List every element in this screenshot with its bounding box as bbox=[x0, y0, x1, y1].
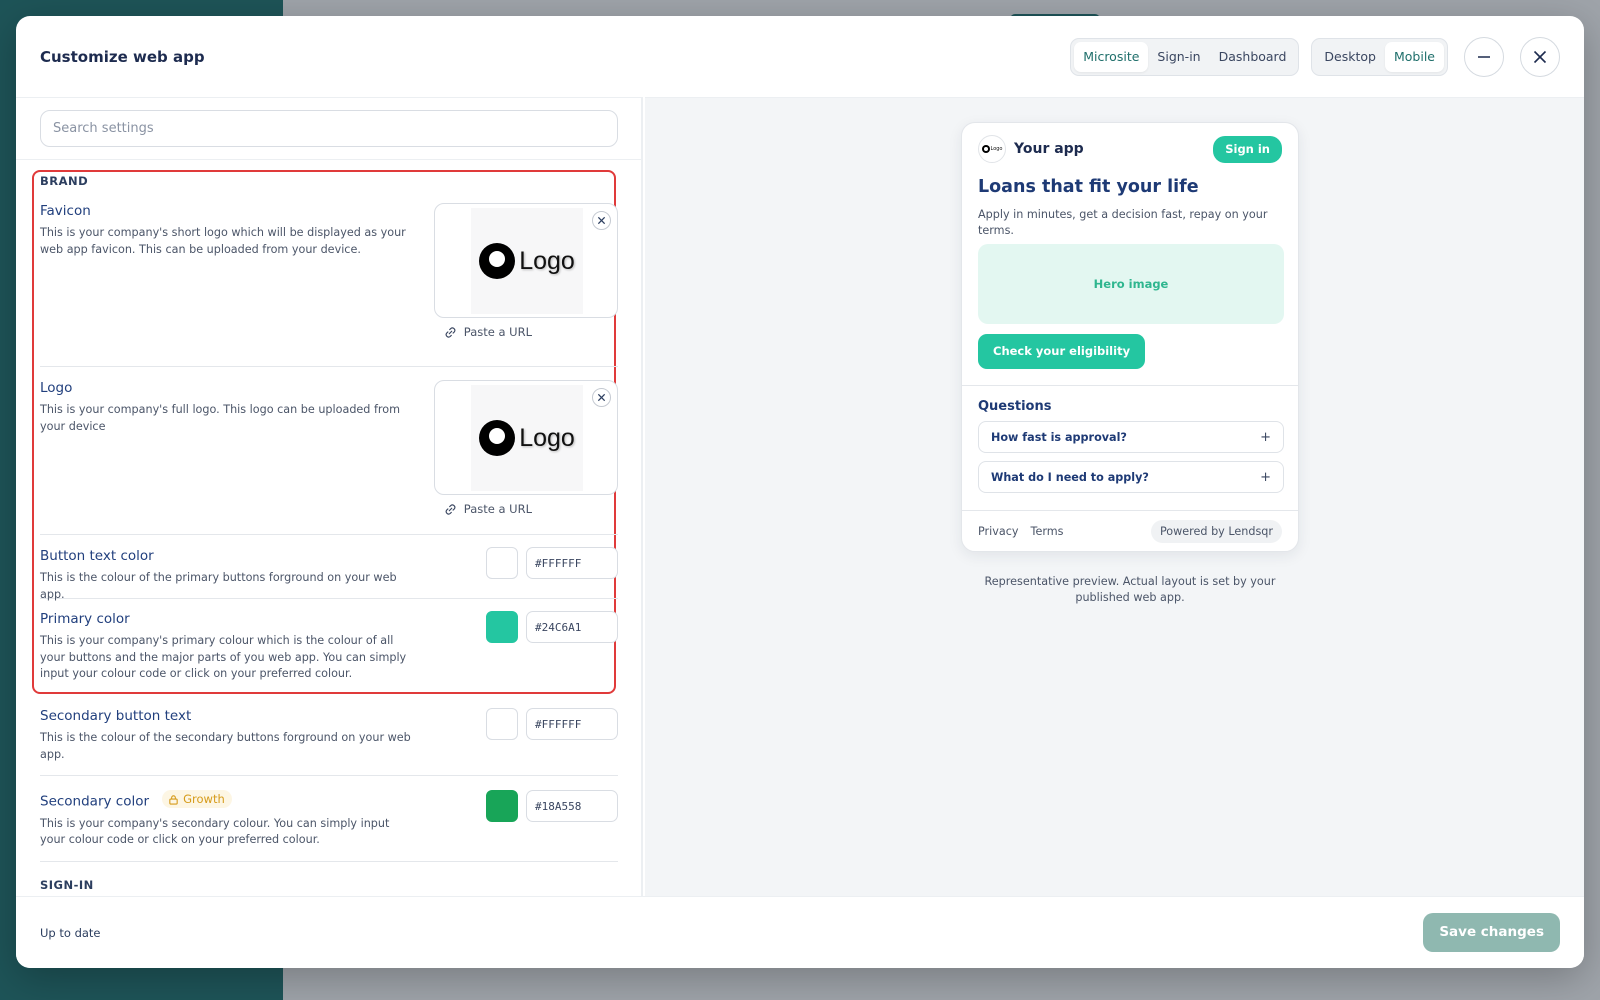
primary-color-description: This is your company's primary colour wh… bbox=[40, 634, 407, 680]
favicon-logo-image: Logo bbox=[479, 243, 575, 279]
minimize-button[interactable] bbox=[1464, 36, 1504, 77]
preview-logo-text: Logo bbox=[990, 146, 1003, 152]
favicon-logo-text: Logo bbox=[519, 246, 575, 275]
favicon-preview: Logo bbox=[471, 208, 583, 314]
preview-app-name: Your app bbox=[1014, 141, 1084, 157]
primary-color-swatch[interactable] bbox=[486, 611, 518, 643]
close-icon bbox=[597, 393, 606, 402]
plus-icon: + bbox=[1260, 469, 1271, 485]
logo-preview: Logo bbox=[471, 385, 583, 491]
preview-cta-button[interactable]: Check your eligibility bbox=[978, 334, 1146, 369]
secondary-color-hex-input[interactable] bbox=[526, 790, 618, 822]
settings-pane: BRAND Favicon This is your company's sho… bbox=[16, 97, 643, 896]
tab-desktop[interactable]: Desktop bbox=[1315, 42, 1385, 72]
secondary-button-text-hex-input[interactable] bbox=[526, 708, 618, 740]
favicon-upload-box[interactable]: Logo bbox=[434, 203, 618, 318]
question-text: What do I need to apply? bbox=[991, 470, 1149, 484]
customize-modal: Customize web app Microsite Sign-in Dash… bbox=[16, 16, 1584, 968]
logo-paste-url-link[interactable]: Paste a URL bbox=[444, 502, 532, 516]
close-icon bbox=[1533, 50, 1547, 63]
preview-sign-in-button[interactable]: Sign in bbox=[1213, 135, 1282, 163]
tab-sign-in[interactable]: Sign-in bbox=[1148, 42, 1209, 72]
primary-color-hex-input[interactable] bbox=[526, 611, 618, 643]
growth-badge-label: Growth bbox=[183, 792, 225, 806]
growth-badge: Growth bbox=[162, 790, 232, 808]
view-tabs: Microsite Sign-in Dashboard bbox=[1070, 37, 1300, 76]
logo-upload-box[interactable]: Logo bbox=[434, 380, 618, 495]
full-logo-image: Logo bbox=[479, 420, 575, 456]
preview-subtext: Apply in minutes, get a decision fast, r… bbox=[978, 208, 1268, 237]
preview-privacy-link[interactable]: Privacy bbox=[978, 525, 1019, 538]
modal-footer: Up to date Save changes bbox=[16, 896, 1584, 968]
preview-terms-link[interactable]: Terms bbox=[1031, 525, 1064, 538]
preview-headline: Loans that fit your life bbox=[978, 177, 1199, 197]
setting-logo: Logo This is your company's full logo. T… bbox=[40, 367, 618, 535]
settings-list: BRAND Favicon This is your company's sho… bbox=[32, 168, 618, 892]
mobile-preview: Logo Your app Sign in Loans that fit you… bbox=[961, 122, 1299, 552]
device-tabs: Desktop Mobile bbox=[1311, 37, 1448, 76]
secondary-color-swatch[interactable] bbox=[486, 790, 518, 822]
full-logo-text: Logo bbox=[519, 423, 575, 452]
preview-question-item[interactable]: How fast is approval? + bbox=[978, 421, 1284, 453]
button-text-color-hex-input[interactable] bbox=[526, 547, 618, 579]
logo-remove-button[interactable] bbox=[592, 388, 611, 407]
section-title-sign-in: SIGN-IN bbox=[40, 878, 94, 892]
logo-circle-icon bbox=[479, 243, 516, 279]
link-icon bbox=[445, 326, 456, 338]
minus-icon bbox=[1478, 55, 1490, 58]
preview-question-item[interactable]: What do I need to apply? + bbox=[978, 461, 1284, 493]
setting-secondary-color: Secondary color Growth This is your comp… bbox=[40, 776, 618, 862]
button-text-color-control bbox=[486, 547, 618, 579]
favicon-paste-url-link[interactable]: Paste a URL bbox=[444, 325, 532, 339]
favicon-remove-button[interactable] bbox=[592, 211, 611, 230]
tab-microsite[interactable]: Microsite bbox=[1074, 41, 1149, 72]
preview-hero-image: Hero image bbox=[978, 244, 1284, 324]
preview-header: Logo Your app Sign in bbox=[978, 135, 1282, 163]
search-bar bbox=[16, 98, 641, 160]
link-icon bbox=[445, 503, 456, 515]
secondary-button-text-description: This is the colour of the secondary butt… bbox=[40, 731, 411, 761]
modal-header: Customize web app Microsite Sign-in Dash… bbox=[16, 16, 1584, 97]
preview-footer: Privacy Terms Powered by Lendsqr bbox=[978, 519, 1282, 543]
divider bbox=[962, 385, 1298, 386]
question-text: How fast is approval? bbox=[991, 430, 1127, 444]
preview-logo: Logo bbox=[978, 135, 1006, 163]
secondary-button-text-control bbox=[486, 708, 618, 740]
setting-primary-color: Primary color This is your company's pri… bbox=[40, 599, 618, 694]
divider bbox=[962, 510, 1298, 511]
logo-circle-icon bbox=[479, 420, 516, 456]
plus-icon: + bbox=[1260, 429, 1271, 445]
preview-questions-title: Questions bbox=[978, 399, 1052, 414]
modal-title: Customize web app bbox=[40, 47, 205, 66]
paste-url-label: Paste a URL bbox=[463, 502, 532, 516]
close-button[interactable] bbox=[1520, 36, 1560, 77]
tab-dashboard[interactable]: Dashboard bbox=[1210, 42, 1296, 72]
preview-pane: Logo Your app Sign in Loans that fit you… bbox=[645, 97, 1584, 896]
logo-description: This is your company's full logo. This l… bbox=[40, 403, 401, 433]
save-status: Up to date bbox=[40, 925, 101, 940]
primary-color-control bbox=[486, 611, 618, 643]
setting-button-text-color: Button text color This is the colour of … bbox=[40, 535, 618, 601]
favicon-description: This is your company's short logo which … bbox=[40, 226, 406, 256]
tab-mobile[interactable]: Mobile bbox=[1384, 41, 1444, 72]
secondary-color-description: This is your company's secondary colour.… bbox=[40, 816, 390, 847]
paste-url-label: Paste a URL bbox=[463, 325, 532, 339]
lock-icon bbox=[169, 794, 178, 805]
section-title-brand: BRAND bbox=[40, 174, 89, 188]
preview-powered-by-badge: Powered by Lendsqr bbox=[1150, 519, 1282, 543]
secondary-color-control bbox=[486, 790, 618, 822]
save-changes-button[interactable]: Save changes bbox=[1423, 913, 1560, 952]
button-text-color-swatch[interactable] bbox=[486, 547, 518, 579]
setting-secondary-button-text: Secondary button text This is the colour… bbox=[40, 694, 618, 776]
logo-circle-icon bbox=[981, 145, 990, 153]
search-input[interactable] bbox=[40, 110, 618, 147]
preview-note: Representative preview. Actual layout is… bbox=[984, 575, 1276, 604]
secondary-color-label: Secondary color bbox=[40, 793, 150, 810]
setting-favicon: Favicon This is your company's short log… bbox=[40, 188, 618, 367]
close-icon bbox=[597, 216, 606, 225]
secondary-button-text-swatch[interactable] bbox=[486, 708, 518, 740]
